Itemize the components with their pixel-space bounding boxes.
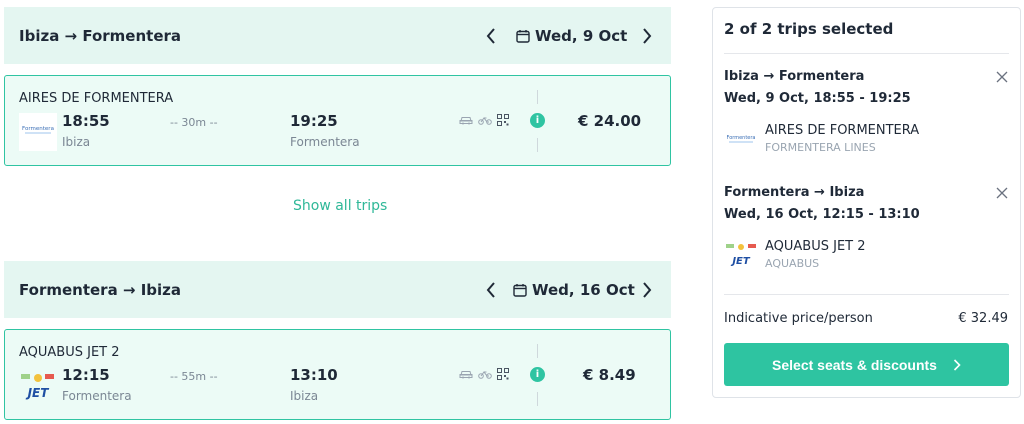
amenities <box>459 114 509 126</box>
operator-logo-text: Formentera <box>22 126 54 132</box>
outbound-prev-date-button[interactable] <box>482 24 500 48</box>
inbound-trip-card[interactable]: AQUABUS JET 2 JET 12:15 Formentera -- 55… <box>4 329 671 420</box>
inbound-date[interactable]: Wed, 16 Oct <box>513 281 635 299</box>
close-icon <box>996 71 1008 83</box>
inbound-header: Formentera → Ibiza Wed, 16 Oct <box>4 261 671 318</box>
summary-trip-operator: AIRES DE FORMENTERA <box>765 123 920 138</box>
divider-line <box>537 392 538 406</box>
divider <box>724 294 1009 295</box>
amenities <box>459 368 509 380</box>
qr-code-icon <box>497 368 509 380</box>
bike-icon <box>478 371 492 379</box>
trip-operator: AIRES DE FORMENTERA <box>19 91 174 106</box>
select-seats-button[interactable]: Select seats & discounts <box>724 343 1009 386</box>
operator-logo: JET <box>19 367 57 405</box>
summary-trip-company: FORMENTERA LINES <box>765 141 876 154</box>
remove-trip-button[interactable] <box>995 185 1009 199</box>
departure-city: Ibiza <box>62 135 91 149</box>
summary-trip-company: AQUABUS <box>765 257 820 270</box>
outbound-route-title: Ibiza → Formentera <box>19 26 182 45</box>
departure-time: 18:55 <box>62 112 110 130</box>
outbound-date[interactable]: Wed, 9 Oct <box>516 27 627 45</box>
summary-trip-route: Formentera → Ibiza <box>724 185 865 200</box>
select-seats-label: Select seats & discounts <box>772 356 937 373</box>
operator-logo-text: JET <box>26 386 50 400</box>
arrival-city: Ibiza <box>290 389 319 403</box>
info-icon[interactable]: i <box>530 367 545 382</box>
summary-trip-inbound: Formentera → Ibiza Wed, 16 Oct, 12:15 - … <box>724 185 1009 285</box>
car-icon <box>459 117 473 125</box>
operator-logo-text: JET <box>730 256 751 267</box>
summary-title: 2 of 2 trips selected <box>724 20 894 38</box>
summary-trip-operator: AQUABUS JET 2 <box>765 239 866 254</box>
outbound-next-date-button[interactable] <box>638 24 656 48</box>
close-icon <box>996 187 1008 199</box>
calendar-icon <box>513 283 527 297</box>
operator-logo: JET <box>724 242 758 268</box>
trip-duration: -- 55m -- <box>170 370 218 383</box>
chevron-left-icon <box>486 27 495 44</box>
divider-line <box>537 90 538 104</box>
outbound-header: Ibiza → Formentera Wed, 9 Oct <box>4 7 671 64</box>
divider-line <box>537 138 538 152</box>
divider-line <box>537 344 538 358</box>
summary-trip-when: Wed, 16 Oct, 12:15 - 13:10 <box>724 207 920 222</box>
bike-icon <box>478 117 492 125</box>
total-price: € 32.49 <box>958 311 1008 326</box>
summary-trip-when: Wed, 9 Oct, 18:55 - 19:25 <box>724 91 911 106</box>
trip-price: € 8.49 <box>583 366 636 384</box>
departure-city: Formentera <box>62 389 132 403</box>
outbound-trip-card[interactable]: AIRES DE FORMENTERA Formentera 18:55 Ibi… <box>4 75 671 166</box>
chevron-right-icon <box>953 358 961 371</box>
arrival-city: Formentera <box>290 135 360 149</box>
calendar-icon <box>516 29 530 43</box>
chevron-right-icon <box>643 281 652 298</box>
show-all-trips-link[interactable]: Show all trips <box>293 198 387 214</box>
divider <box>724 53 1009 54</box>
chevron-left-icon <box>486 281 495 298</box>
trip-operator: AQUABUS JET 2 <box>19 345 120 360</box>
remove-trip-button[interactable] <box>995 69 1009 83</box>
operator-logo: Formentera <box>724 126 758 152</box>
outbound-date-label: Wed, 9 Oct <box>535 26 628 45</box>
car-icon <box>459 371 473 379</box>
inbound-next-date-button[interactable] <box>638 278 656 302</box>
operator-logo: Formentera <box>19 113 57 151</box>
departure-time: 12:15 <box>62 366 110 384</box>
chevron-right-icon <box>643 27 652 44</box>
inbound-route-title: Formentera → Ibiza <box>19 280 182 299</box>
arrival-time: 19:25 <box>290 112 338 130</box>
trip-summary-panel: 2 of 2 trips selected Ibiza → Formentera… <box>712 7 1021 398</box>
inbound-prev-date-button[interactable] <box>482 278 500 302</box>
trip-price: € 24.00 <box>578 112 642 130</box>
operator-logo-text: Formentera <box>727 135 756 141</box>
arrival-time: 13:10 <box>290 366 338 384</box>
inbound-date-label: Wed, 16 Oct <box>532 280 635 299</box>
qr-code-icon <box>497 114 509 126</box>
trip-duration: -- 30m -- <box>170 116 218 129</box>
summary-trip-outbound: Ibiza → Formentera Wed, 9 Oct, 18:55 - 1… <box>724 69 1009 169</box>
info-icon[interactable]: i <box>530 113 545 128</box>
summary-trip-route: Ibiza → Formentera <box>724 69 865 84</box>
price-label: Indicative price/person <box>724 311 873 326</box>
